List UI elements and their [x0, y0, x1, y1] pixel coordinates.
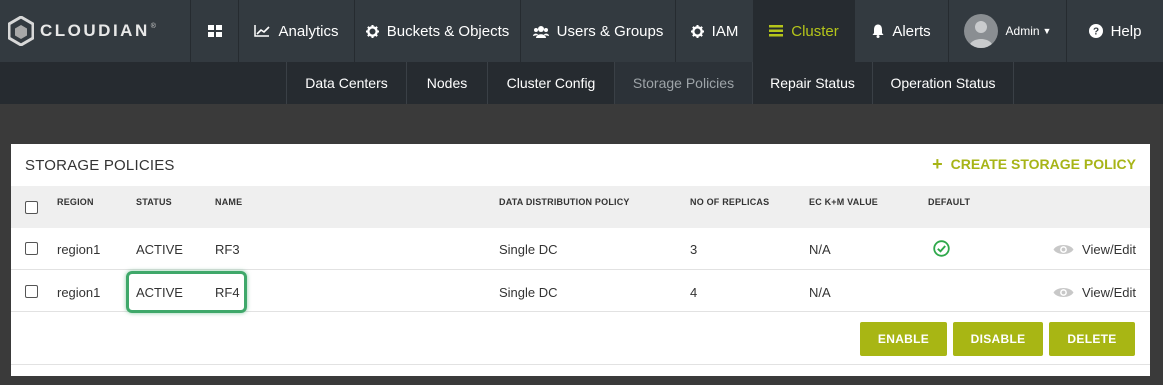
view-edit-button[interactable]: View/Edit [1053, 242, 1136, 257]
nav-buckets-label: Buckets & Objects [386, 22, 510, 40]
nav-help[interactable]: ? Help [1066, 0, 1163, 62]
bell-icon [872, 24, 884, 38]
cell-status: ACTIVE [136, 242, 183, 257]
chart-line-icon [254, 25, 271, 37]
nav-cluster[interactable]: Cluster [753, 0, 854, 62]
column-header-replicas[interactable]: NO OF REPLICAS [690, 197, 769, 207]
nav-help-label: Help [1110, 22, 1142, 40]
cell-replicas: 4 [690, 285, 698, 300]
column-header-distribution-policy[interactable]: DATA DISTRIBUTION POLICY [499, 197, 630, 207]
tab-data-centers[interactable]: Data Centers [286, 62, 406, 104]
nav-analytics[interactable]: Analytics [238, 0, 354, 62]
tab-repair-status[interactable]: Repair Status [752, 62, 872, 104]
plus-icon: + [932, 154, 943, 174]
brand-name: CLOUDIAN [40, 21, 150, 40]
nav-buckets-objects[interactable]: Buckets & Objects [354, 0, 520, 62]
tab-cluster-config[interactable]: Cluster Config [487, 62, 614, 104]
check-circle-icon [933, 240, 950, 257]
cell-distribution-policy: Single DC [499, 285, 558, 300]
cell-ec-value: N/A [809, 242, 831, 257]
brand-logo[interactable]: CLOUDIAN ® [8, 14, 156, 48]
row-checkbox[interactable] [25, 285, 38, 298]
cell-region: region1 [57, 242, 101, 257]
panel-divider [11, 364, 1150, 365]
column-header-status[interactable]: STATUS [136, 197, 172, 207]
cell-region: region1 [57, 285, 101, 300]
enable-button[interactable]: ENABLE [860, 322, 947, 356]
nav-alerts[interactable]: Alerts [854, 0, 948, 62]
view-edit-button[interactable]: View/Edit [1053, 285, 1136, 300]
column-header-ec-value[interactable]: EC K+M VALUE [809, 197, 878, 207]
view-edit-label: View/Edit [1082, 285, 1136, 300]
gear-icon [365, 24, 379, 38]
cell-name: RF3 [215, 242, 240, 257]
tab-nodes[interactable]: Nodes [406, 62, 487, 104]
eye-icon [1053, 245, 1074, 254]
panel-title: STORAGE POLICIES [25, 157, 175, 174]
delete-button[interactable]: DELETE [1049, 322, 1135, 356]
select-all-checkbox[interactable] [25, 201, 38, 214]
cluster-stack-icon [769, 25, 784, 37]
row-checkbox[interactable] [25, 242, 38, 255]
column-header-default[interactable]: DEFAULT [928, 197, 970, 207]
disable-button[interactable]: DISABLE [953, 322, 1043, 356]
brand-trademark: ® [150, 22, 156, 30]
eye-icon [1053, 288, 1074, 297]
column-header-region[interactable]: REGION [57, 197, 94, 207]
table-header [11, 186, 1150, 228]
nav-analytics-label: Analytics [278, 22, 339, 40]
dashboard-grid-icon [207, 25, 222, 37]
view-edit-label: View/Edit [1082, 242, 1136, 257]
cloudian-logo-icon [8, 16, 34, 46]
cell-ec-value: N/A [809, 285, 831, 300]
nav-dashboard[interactable] [190, 0, 238, 62]
highlight-box [126, 271, 247, 313]
chevron-down-icon: ▼ [1042, 26, 1052, 36]
nav-users-label: Users & Groups [556, 22, 664, 40]
create-storage-policy-label: CREATE STORAGE POLICY [950, 156, 1136, 172]
nav-users-groups[interactable]: Users & Groups [520, 0, 675, 62]
create-storage-policy-button[interactable]: + CREATE STORAGE POLICY [932, 154, 1136, 174]
nav-iam[interactable]: IAM [675, 0, 753, 62]
tab-operation-status[interactable]: Operation Status [872, 62, 1014, 104]
nav-admin-menu[interactable]: Admin ▼ [948, 0, 1066, 62]
help-circle-icon: ? [1088, 24, 1103, 38]
svg-text:?: ? [1093, 27, 1099, 38]
avatar-icon [963, 14, 998, 48]
cell-replicas: 3 [690, 242, 698, 257]
nav-iam-label: IAM [711, 22, 739, 40]
nav-cluster-label: Cluster [791, 22, 839, 40]
storage-policies-panel: STORAGE POLICIES + CREATE STORAGE POLICY… [11, 144, 1150, 376]
tab-storage-policies[interactable]: Storage Policies [614, 62, 752, 104]
gear-icon [690, 24, 704, 38]
nav-alerts-label: Alerts [892, 22, 931, 40]
cell-distribution-policy: Single DC [499, 242, 558, 257]
admin-label: Admin [1005, 24, 1040, 38]
users-icon [532, 25, 549, 38]
column-header-name[interactable]: NAME [215, 197, 242, 207]
